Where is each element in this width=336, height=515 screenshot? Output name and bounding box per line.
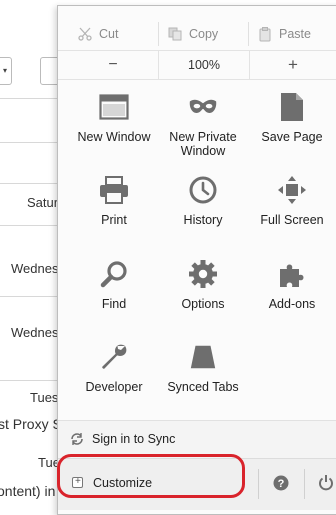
zoom-out-button[interactable]: − <box>68 51 158 79</box>
clipboard-icon <box>259 26 271 41</box>
magnifier-icon <box>99 259 129 289</box>
history-button[interactable]: History <box>155 175 251 255</box>
print-button[interactable]: Print <box>66 175 162 255</box>
cut-label: Cut <box>99 27 119 41</box>
save-page-icon <box>277 92 307 122</box>
new-private-window-button[interactable]: New Private Window <box>155 92 251 172</box>
day-label: Wednes <box>11 261 59 276</box>
divider <box>0 380 60 381</box>
private-mask-icon <box>188 92 218 122</box>
divider <box>158 22 159 46</box>
divider <box>0 296 60 297</box>
help-icon: ? <box>273 475 289 491</box>
dropdown-control[interactable]: ▾ <box>0 57 12 85</box>
tile-label: Print <box>101 213 127 227</box>
copy-button[interactable]: Copy <box>168 16 218 52</box>
tile-label: New Private Window <box>169 130 237 158</box>
save-page-button[interactable]: Save Page <box>244 92 336 172</box>
tile-label: History <box>183 213 223 227</box>
zoom-controls: − 100% + <box>58 50 336 80</box>
scissors-icon <box>78 27 92 41</box>
fullscreen-icon <box>277 175 307 205</box>
find-button[interactable]: Find <box>66 259 162 339</box>
gear-icon <box>188 259 218 289</box>
zoom-reset-button[interactable]: 100% <box>158 51 250 79</box>
printer-icon <box>99 175 129 205</box>
app-menu-panel: Cut Copy Paste − 100% + New Window New P… <box>57 5 336 515</box>
full-screen-button[interactable]: Full Screen <box>244 175 336 255</box>
tile-label: Full Screen <box>260 213 324 227</box>
sync-label: Sign in to Sync <box>92 432 176 446</box>
day-label: Tues <box>30 390 59 405</box>
tile-label: New Window <box>77 130 151 144</box>
tile-label: Synced Tabs <box>167 380 239 394</box>
svg-text:?: ? <box>278 478 285 490</box>
menu-footer: + Customize ? <box>58 458 336 510</box>
divider <box>0 183 60 184</box>
cut-button[interactable]: Cut <box>78 16 118 52</box>
new-window-icon <box>99 92 129 122</box>
day-label: Satur <box>27 195 59 210</box>
copy-label: Copy <box>189 27 219 41</box>
tile-label: Add-ons <box>268 297 316 311</box>
puzzle-icon <box>277 259 307 289</box>
tile-label: Find <box>101 297 127 311</box>
options-button[interactable]: Options <box>155 259 251 339</box>
copy-icon <box>168 27 182 41</box>
power-icon <box>319 475 333 491</box>
developer-button[interactable]: Developer <box>66 342 162 422</box>
synced-tabs-icon <box>188 342 218 372</box>
divider <box>248 22 249 46</box>
clock-icon <box>188 175 218 205</box>
divider <box>0 142 60 143</box>
wrench-icon <box>99 342 129 372</box>
help-button[interactable]: ? <box>273 475 289 496</box>
divider <box>304 469 305 499</box>
zoom-in-button[interactable]: + <box>248 51 336 79</box>
plus-icon: + <box>72 476 83 488</box>
edit-controls: Cut Copy Paste <box>58 16 336 52</box>
add-ons-button[interactable]: Add-ons <box>244 259 336 339</box>
tile-label: Developer <box>85 380 143 394</box>
tile-label: Save Page <box>261 130 323 144</box>
customize-button[interactable]: + Customize <box>58 459 258 511</box>
list-item-text: st Proxy S <box>0 416 62 432</box>
paste-label: Paste <box>279 27 311 41</box>
chevron-down-icon: ▾ <box>3 66 8 75</box>
divider <box>258 469 259 499</box>
tile-label: Options <box>181 297 225 311</box>
sign-in-to-sync-button[interactable]: Sign in to Sync <box>58 420 336 458</box>
day-label: Wednes <box>11 325 59 340</box>
quit-button[interactable] <box>318 474 334 496</box>
divider <box>0 225 60 226</box>
new-window-button[interactable]: New Window <box>66 92 162 172</box>
divider <box>0 98 60 99</box>
paste-button[interactable]: Paste <box>258 16 311 52</box>
customize-label: Customize <box>93 476 153 490</box>
sync-icon <box>71 433 83 445</box>
list-item-text: ontent) in <box>0 483 56 499</box>
synced-tabs-button[interactable]: Synced Tabs <box>155 342 251 422</box>
